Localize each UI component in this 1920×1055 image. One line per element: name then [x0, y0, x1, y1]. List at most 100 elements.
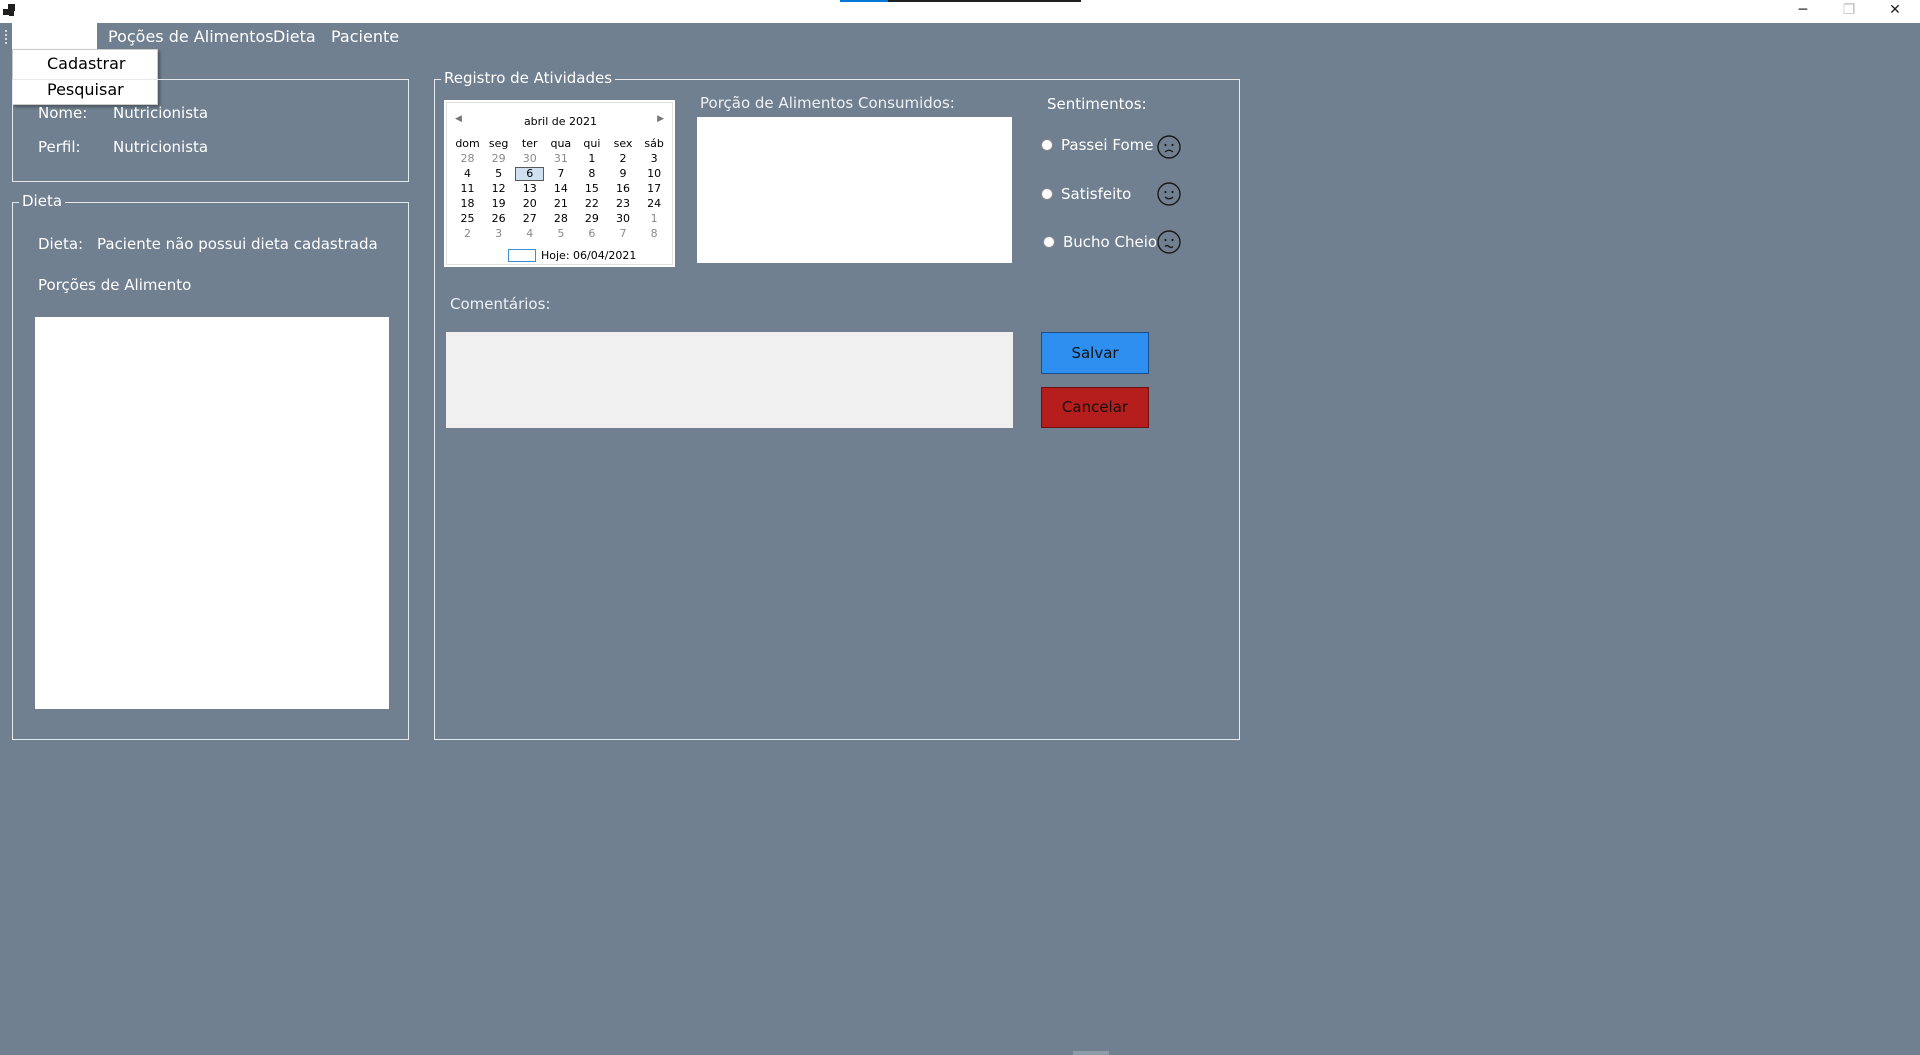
calendar-day[interactable]: 31 — [545, 151, 576, 166]
calendar-day[interactable]: 11 — [452, 181, 483, 196]
calendar-today-label: Hoje: 06/04/2021 — [541, 249, 637, 262]
calendar-day[interactable]: 24 — [639, 196, 670, 211]
calendar-day[interactable]: 18 — [452, 196, 483, 211]
calendar-day[interactable]: 29 — [483, 151, 514, 166]
perfil-label: Perfil: — [38, 138, 81, 156]
calendar-grid: dom seg ter qua qui sex sáb 28 29 30 31 1 2 3 4 5 6 7 8 9 10… — [452, 136, 670, 241]
calendar-day[interactable]: 6 — [576, 226, 607, 241]
calendar-day[interactable]: 6 — [514, 166, 545, 181]
radio-satisfeito[interactable] — [1041, 188, 1053, 200]
calendar-day[interactable]: 4 — [452, 166, 483, 181]
minimize-button[interactable]: ─ — [1780, 0, 1826, 23]
calendar-selected-day[interactable]: 6 — [515, 167, 545, 181]
calendar-weekday: qui — [583, 137, 601, 150]
menu-item-dieta[interactable]: Dieta — [263, 23, 326, 51]
calendar-next-icon[interactable]: ▶ — [657, 114, 664, 124]
satisfeito-label[interactable]: Satisfeito — [1061, 185, 1131, 203]
month-calendar[interactable]: ◀ abril de 2021 ▶ dom seg ter qua qui sex sáb 2… — [444, 100, 675, 267]
calendar-weekday: ter — [521, 137, 538, 150]
calendar-weekday: seg — [488, 137, 509, 150]
calendar-day[interactable]: 10 — [639, 166, 670, 181]
save-button[interactable]: Salvar — [1041, 332, 1149, 374]
close-button[interactable]: ✕ — [1872, 0, 1918, 23]
calendar-weekday: sex — [613, 137, 633, 150]
calendar-day[interactable]: 2 — [607, 151, 638, 166]
calendar-day[interactable]: 7 — [607, 226, 638, 241]
calendar-day[interactable]: 29 — [576, 211, 607, 226]
calendar-day[interactable]: 22 — [576, 196, 607, 211]
calendar-weekday: dom — [455, 137, 480, 150]
bucho-cheio-label[interactable]: Bucho Cheio — [1063, 233, 1157, 251]
porcao-consumidos-label: Porção de Alimentos Consumidos: — [700, 94, 955, 112]
calendar-weekday-row: dom seg ter qua qui sex sáb — [452, 136, 670, 151]
sad-face-icon — [1157, 135, 1181, 159]
calendar-day[interactable]: 4 — [514, 226, 545, 241]
calendar-day[interactable]: 30 — [607, 211, 638, 226]
menu-grip-handle — [5, 30, 8, 44]
calendar-day[interactable]: 27 — [514, 211, 545, 226]
calendar-day[interactable]: 15 — [576, 181, 607, 196]
restore-button[interactable]: ❐ — [1826, 0, 1872, 23]
calendar-day[interactable]: 23 — [607, 196, 638, 211]
calendar-week-row: 28 29 30 31 1 2 3 — [452, 151, 670, 166]
bottom-scroll-indicator — [1073, 1051, 1109, 1055]
calendar-day[interactable]: 2 — [452, 226, 483, 241]
calendar-today[interactable]: Hoje: 06/04/2021 — [508, 249, 636, 262]
title-bar: ─ ❐ ✕ — [0, 0, 1920, 23]
calendar-day[interactable]: 25 — [452, 211, 483, 226]
nome-label: Nome: — [38, 104, 88, 122]
dieta-group-caption: Dieta — [19, 192, 66, 210]
calendar-week-row: 25 26 27 28 29 30 1 — [452, 211, 670, 226]
dieta-value: Paciente não possui dieta cadastrada — [97, 235, 378, 253]
calendar-day[interactable]: 26 — [483, 211, 514, 226]
menu-bar: Poções de Alimentos Dieta Paciente — [0, 23, 1920, 51]
calendar-day[interactable]: 13 — [514, 181, 545, 196]
calendar-day[interactable]: 28 — [452, 151, 483, 166]
calendar-day[interactable]: 8 — [576, 166, 607, 181]
calendar-day[interactable]: 5 — [483, 166, 514, 181]
porcoes-alimento-list[interactable] — [35, 317, 389, 709]
today-marker-icon — [508, 249, 536, 262]
calendar-day[interactable]: 3 — [483, 226, 514, 241]
calendar-week-row: 4 5 6 7 8 9 10 — [452, 166, 670, 181]
calendar-day[interactable]: 12 — [483, 181, 514, 196]
menu-item-open[interactable] — [12, 23, 97, 51]
calendar-day[interactable]: 7 — [545, 166, 576, 181]
radio-bucho-cheio[interactable] — [1043, 236, 1055, 248]
dropdown-item-cadastrar[interactable]: Cadastrar — [47, 54, 126, 73]
passei-fome-label[interactable]: Passei Fome — [1061, 136, 1153, 154]
sentimentos-label: Sentimentos: — [1047, 95, 1147, 113]
calendar-day[interactable]: 5 — [545, 226, 576, 241]
calendar-day[interactable]: 30 — [514, 151, 545, 166]
calendar-day[interactable]: 14 — [545, 181, 576, 196]
calendar-week-row: 2345678 — [452, 226, 670, 241]
dieta-label: Dieta: — [38, 235, 84, 253]
calendar-day[interactable]: 21 — [545, 196, 576, 211]
registro-group-caption: Registro de Atividades — [441, 69, 616, 87]
perfil-value: Nutricionista — [113, 138, 209, 156]
calendar-day[interactable]: 1 — [639, 211, 670, 226]
cancel-button[interactable]: Cancelar — [1041, 387, 1149, 428]
porcoes-alimento-label: Porções de Alimento — [38, 276, 192, 294]
calendar-day[interactable]: 17 — [639, 181, 670, 196]
calendar-day[interactable]: 16 — [607, 181, 638, 196]
happy-face-icon — [1157, 182, 1181, 206]
radio-passei-fome[interactable] — [1041, 139, 1053, 151]
menu-item-paciente[interactable]: Paciente — [321, 23, 409, 51]
app-icon — [3, 4, 16, 17]
calendar-week-row: 18 19 20 21 22 23 24 — [452, 196, 670, 211]
calendar-week-row: 11 12 13 14 15 16 17 — [452, 181, 670, 196]
calendar-weekday: sáb — [644, 137, 664, 150]
calendar-day[interactable]: 8 — [639, 226, 670, 241]
calendar-day[interactable]: 1 — [576, 151, 607, 166]
comentarios-textarea[interactable] — [446, 332, 1013, 428]
calendar-day[interactable]: 28 — [545, 211, 576, 226]
calendar-day[interactable]: 9 — [607, 166, 638, 181]
calendar-day[interactable]: 3 — [639, 151, 670, 166]
nome-value: Nutricionista — [113, 104, 209, 122]
menu-item-porcoes[interactable]: Poções de Alimentos — [98, 23, 284, 51]
porcao-consumidos-list[interactable] — [697, 117, 1012, 263]
sick-face-icon — [1157, 230, 1181, 254]
calendar-day[interactable]: 19 — [483, 196, 514, 211]
calendar-day[interactable]: 20 — [514, 196, 545, 211]
